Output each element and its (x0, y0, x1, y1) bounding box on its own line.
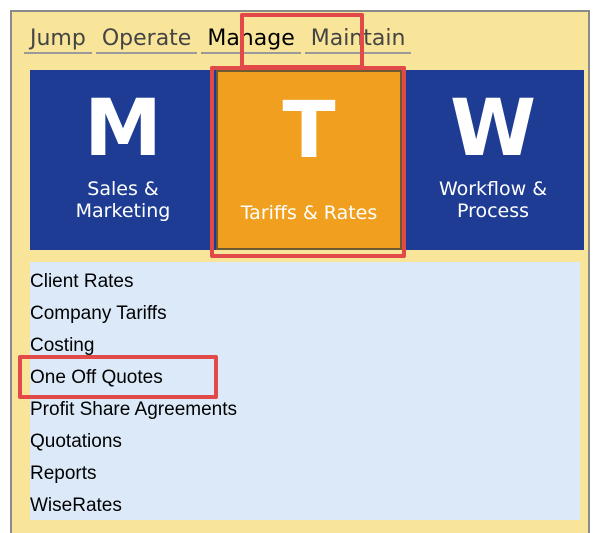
menu-item-jump[interactable]: Jump (24, 24, 92, 54)
top-menu-bar: Jump Operate Manage Maintain (24, 24, 415, 58)
submenu-list: Client Rates Company Tariffs Costing One… (30, 262, 580, 522)
tile-caption-workflow-line2: Process (456, 200, 530, 222)
tile-letter-m: M (84, 84, 162, 174)
list-item-one-off-quotes[interactable]: One Off Quotes (30, 362, 580, 394)
list-item-costing[interactable]: Costing (30, 330, 580, 362)
tile-letter-w: W (449, 84, 537, 174)
tile-caption-sales-line2: Marketing (75, 200, 171, 222)
tile-caption-tariffs: Tariffs & Rates (240, 202, 378, 224)
list-item-wiserates[interactable]: WiseRates (30, 490, 580, 522)
list-item-company-tariffs[interactable]: Company Tariffs (30, 298, 580, 330)
tile-caption-workflow-line1: Workflow & (438, 178, 548, 200)
tile-caption-sales-line1: Sales & (87, 178, 159, 200)
list-item-profit-share-agreements[interactable]: Profit Share Agreements (30, 394, 580, 426)
menu-item-maintain[interactable]: Maintain (304, 24, 412, 54)
tile-workflow-process[interactable]: W Workflow & Process (402, 70, 584, 250)
menu-item-manage[interactable]: Manage (201, 24, 301, 54)
submenu-list-panel: Client Rates Company Tariffs Costing One… (30, 262, 580, 520)
tile-letter-t: T (282, 86, 336, 176)
list-item-quotations[interactable]: Quotations (30, 426, 580, 458)
list-item-client-rates[interactable]: Client Rates (30, 266, 580, 298)
tile-tariffs-rates[interactable]: T Tariffs & Rates (216, 70, 402, 250)
menu-item-operate[interactable]: Operate (95, 24, 198, 54)
list-item-reports[interactable]: Reports (30, 458, 580, 490)
tile-sales-marketing[interactable]: M Sales & Marketing (30, 70, 216, 250)
